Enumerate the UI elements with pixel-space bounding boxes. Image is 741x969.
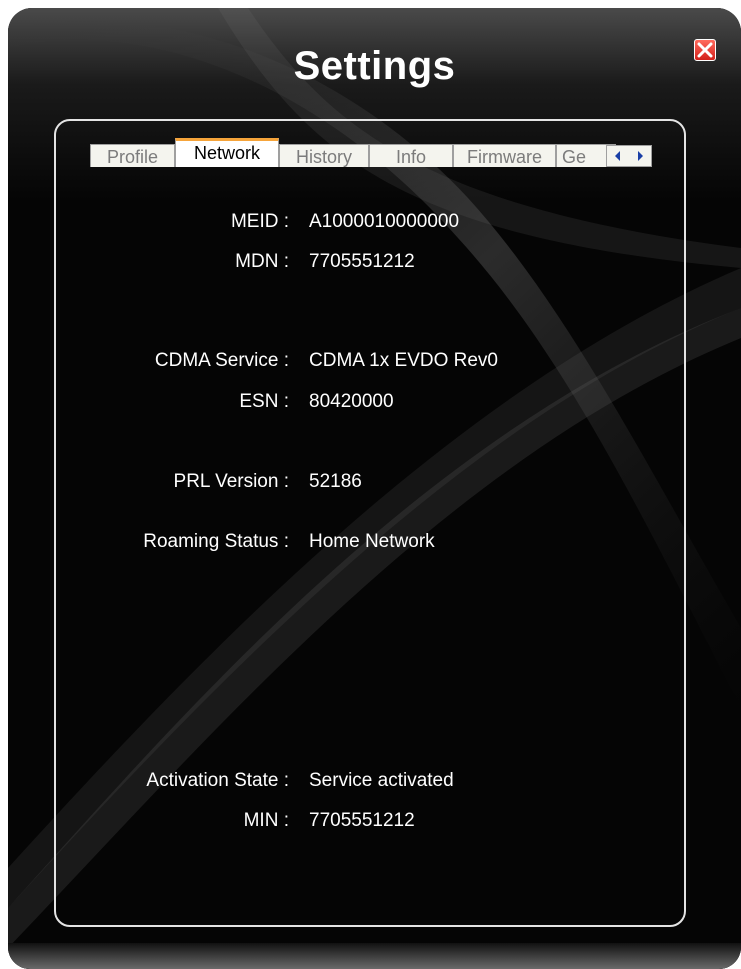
- tab-firmware[interactable]: Firmware: [453, 144, 556, 167]
- tab-info[interactable]: Info: [369, 144, 453, 167]
- tab-network[interactable]: Network: [175, 138, 279, 167]
- meid-value: A1000010000000: [309, 211, 460, 232]
- close-x-icon: [697, 42, 713, 58]
- tab-scroll-right-button[interactable]: [629, 146, 651, 166]
- content-panel: [54, 119, 686, 927]
- tab-history[interactable]: History: [279, 144, 369, 167]
- window-title: Settings: [293, 44, 456, 88]
- tab-profile[interactable]: Profile: [90, 144, 175, 167]
- esn-value: 80420000: [309, 391, 394, 412]
- meid-label: MEID :: [230, 211, 289, 232]
- min-value: 7705551212: [309, 810, 415, 831]
- roaming-status-value: Home Network: [309, 531, 435, 552]
- prl-version-label: PRL Version :: [173, 471, 289, 492]
- arrow-left-icon: [615, 151, 620, 161]
- tab-bar: Profile Network History Info Firmware Ge: [83, 138, 668, 167]
- mdn-label: MDN :: [235, 251, 289, 272]
- arrow-right-icon: [638, 151, 643, 161]
- min-label: MIN :: [243, 810, 289, 831]
- activation-state-label: Activation State :: [146, 770, 289, 791]
- cdma-service-value: CDMA 1x EVDO Rev0: [309, 350, 498, 371]
- tab-scroll-arrows: [606, 145, 652, 167]
- close-button[interactable]: [694, 39, 716, 61]
- prl-version-value: 52186: [309, 471, 362, 492]
- esn-label: ESN :: [239, 391, 289, 412]
- activation-state-value: Service activated: [309, 770, 454, 791]
- cdma-service-label: CDMA Service :: [154, 350, 289, 371]
- roaming-status-label: Roaming Status :: [143, 531, 289, 552]
- tab-scroll-left-button[interactable]: [607, 146, 629, 166]
- mdn-value: 7705551212: [309, 251, 415, 272]
